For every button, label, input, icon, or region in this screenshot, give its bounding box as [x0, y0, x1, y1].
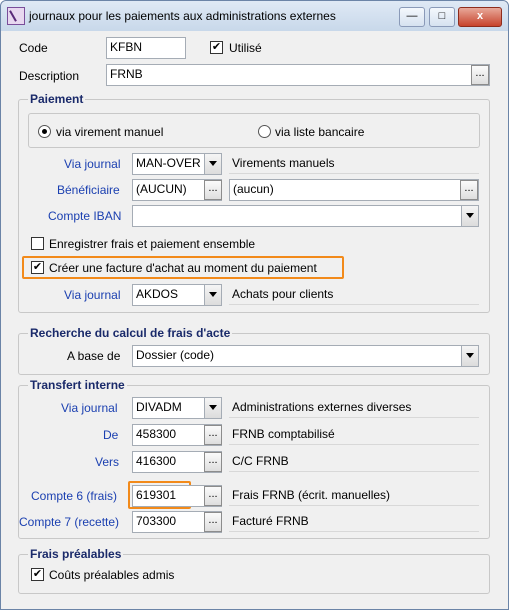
window-title: journaux pour les paiements aux administ… [29, 9, 336, 23]
vers-desc: C/C FRNB [229, 451, 479, 472]
abase-value: Dossier (code) [136, 348, 215, 362]
chevron-down-icon [204, 154, 221, 174]
via-journal-value: MAN-OVER [136, 156, 201, 170]
transfert-via-journal-value: DIVADM [136, 400, 182, 414]
chevron-down-icon [204, 285, 221, 305]
couts-label: Coûts préalables admis [49, 568, 175, 582]
chevron-down-icon [461, 346, 478, 366]
beneficiaire-desc-input[interactable]: (aucun) [229, 179, 479, 201]
vers-label: Vers [95, 455, 120, 469]
compte7-desc: Facturé FRNB [229, 511, 479, 532]
frais-title: Frais préalables [28, 547, 124, 561]
description-label: Description [19, 69, 80, 83]
description-ellipsis-button[interactable]: ... [471, 65, 489, 85]
chevron-down-icon [204, 398, 221, 418]
dialog-window: journaux pour les paiements aux administ… [0, 0, 509, 610]
compte-iban-label: Compte IBAN [48, 209, 122, 223]
transfert-via-journal-dropdown[interactable]: DIVADM [132, 397, 222, 419]
liste-bancaire-radio[interactable] [258, 125, 271, 138]
enregistrer-label: Enregistrer frais et paiement ensemble [49, 237, 256, 251]
title-bar: journaux pour les paiements aux administ… [1, 1, 508, 31]
app-icon [7, 7, 25, 25]
creer-facture-checkbox[interactable]: ✔ [31, 261, 44, 274]
couts-checkbox[interactable]: ✔ [31, 568, 44, 581]
de-desc: FRNB comptabilisé [229, 424, 479, 445]
utilise-checkbox[interactable]: ✔ [210, 41, 223, 54]
via-journal2-label: Via journal [64, 288, 121, 302]
virement-manuel-label: via virement manuel [56, 125, 164, 139]
compte6-ellipsis-button[interactable]: ... [204, 486, 222, 506]
compte-iban-dropdown[interactable] [132, 205, 479, 227]
via-journal2-dropdown[interactable]: AKDOS [132, 284, 222, 306]
de-label: De [103, 428, 119, 442]
de-ellipsis-button[interactable]: ... [204, 425, 222, 445]
beneficiaire-ellipsis-button[interactable]: ... [204, 180, 222, 200]
virement-manuel-radio[interactable] [38, 125, 51, 138]
transfert-via-journal-desc: Administrations externes diverses [229, 397, 479, 418]
via-journal2-value: AKDOS [136, 287, 179, 301]
compte6-label: Compte 6 (frais) [31, 489, 118, 503]
maximize-button[interactable]: □ [429, 7, 455, 27]
recherche-title: Recherche du calcul de frais d'acte [28, 326, 233, 340]
code-label: Code [19, 41, 48, 55]
chevron-down-icon [461, 206, 478, 226]
code-input[interactable]: KFBN [106, 37, 186, 59]
via-journal2-desc: Achats pour clients [229, 284, 479, 305]
utilise-label: Utilisé [229, 41, 262, 55]
via-journal-label: Via journal [64, 157, 121, 171]
minimize-button[interactable]: — [399, 7, 425, 27]
abase-label: A base de [67, 349, 121, 363]
liste-bancaire-label: via liste bancaire [275, 125, 365, 139]
compte6-desc: Frais FRNB (écrit. manuelles) [229, 485, 479, 506]
via-journal-dropdown[interactable]: MAN-OVER [132, 153, 222, 175]
creer-facture-label: Créer une facture d'achat au moment du p… [49, 261, 317, 275]
compte7-label: Compte 7 (recette) [19, 515, 120, 529]
close-button[interactable]: x [458, 7, 502, 27]
via-journal-desc: Virements manuels [229, 153, 479, 174]
beneficiaire-desc-ellipsis-button[interactable]: ... [460, 180, 478, 200]
beneficiaire-label: Bénéficiaire [57, 183, 120, 197]
vers-ellipsis-button[interactable]: ... [204, 452, 222, 472]
compte7-ellipsis-button[interactable]: ... [204, 512, 222, 532]
enregistrer-checkbox[interactable] [31, 237, 44, 250]
abase-dropdown[interactable]: Dossier (code) [132, 345, 479, 367]
transfert-via-journal-label: Via journal [61, 401, 118, 415]
transfert-title: Transfert interne [28, 378, 127, 392]
description-input[interactable]: FRNB [106, 64, 490, 86]
paiement-title: Paiement [28, 92, 86, 106]
